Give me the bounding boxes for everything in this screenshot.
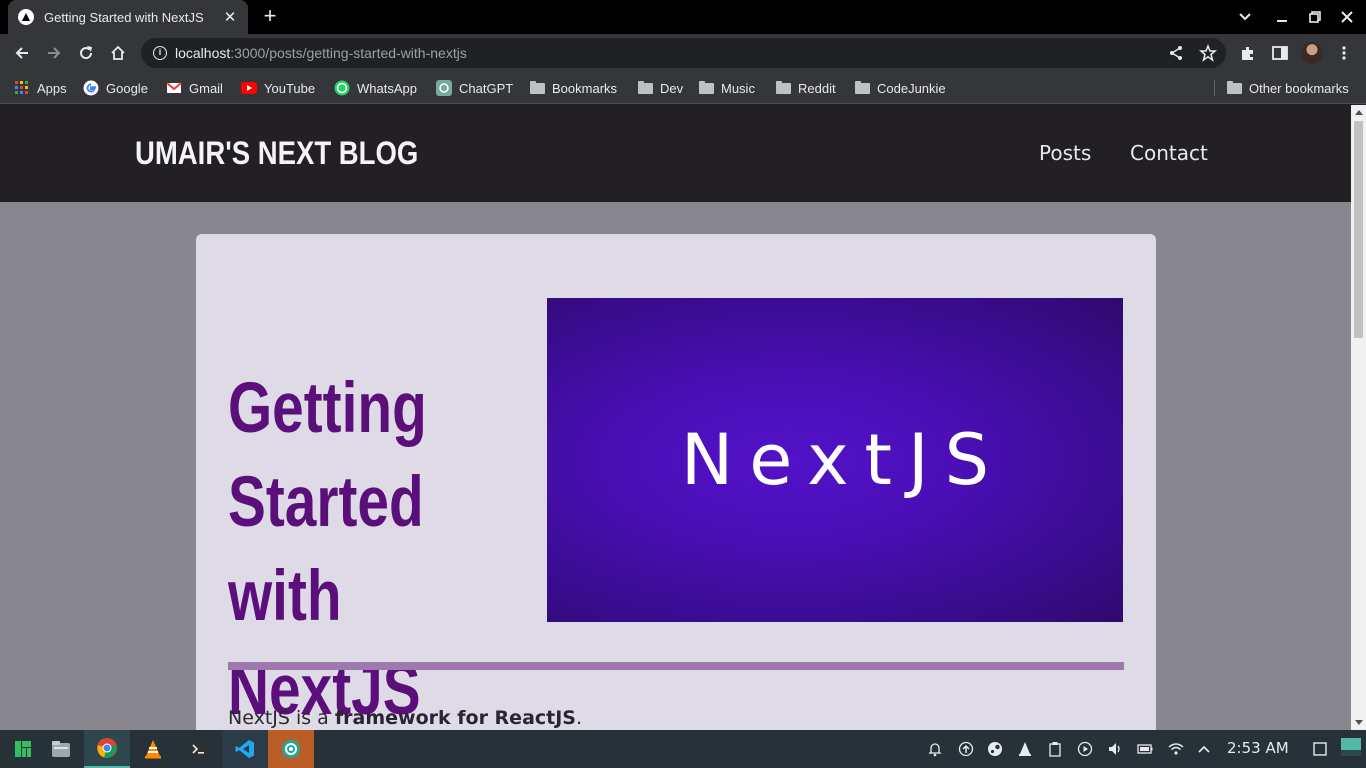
wifi-icon[interactable] [1167, 740, 1185, 758]
post-hero-image: NextJS [547, 298, 1123, 622]
chrome-icon[interactable] [84, 730, 130, 768]
new-tab-button[interactable]: + [259, 5, 281, 28]
folder-icon [1226, 80, 1242, 96]
bookmark-folder-codejunkie[interactable]: CodeJunkie [854, 79, 946, 97]
folder-icon [775, 80, 791, 96]
bookmark-apps[interactable]: Apps [14, 79, 67, 97]
reload-button[interactable] [74, 41, 98, 65]
bookmark-label: Google [106, 80, 148, 96]
bookmark-label: CodeJunkie [877, 80, 946, 96]
post-intro: NextJS is a framework for ReactJS. [228, 707, 583, 729]
side-panel-icon[interactable] [1268, 41, 1292, 65]
scroll-down-arrow-icon[interactable] [1355, 720, 1363, 725]
home-button[interactable] [106, 41, 130, 65]
other-bookmarks-label: Other bookmarks [1249, 80, 1349, 96]
site-info-icon[interactable]: i [153, 46, 167, 60]
bookmark-chatgpt[interactable]: ChatGPT [436, 79, 513, 97]
bookmark-folder-music[interactable]: Music [698, 79, 755, 97]
bookmark-google[interactable]: Google [83, 79, 148, 97]
bookmark-label: WhatsApp [357, 80, 417, 96]
extensions-icon[interactable] [1236, 41, 1260, 65]
bookmarks-separator [1214, 80, 1215, 96]
terminal-icon[interactable] [176, 730, 222, 768]
desktop-preview-icon[interactable] [1340, 736, 1362, 758]
apps-grid-icon [14, 80, 30, 96]
folder-icon [854, 80, 870, 96]
title-divider [228, 662, 1124, 670]
volume-icon[interactable] [1106, 740, 1124, 758]
page-viewport: UMAIR'S NEXT BLOG Posts Contact Getting … [0, 105, 1351, 730]
address-bar[interactable]: i localhost:3000/posts/getting-started-w… [141, 38, 1226, 68]
profile-avatar[interactable] [1301, 42, 1323, 64]
tab-strip: Getting Started with NextJS ✕ + [0, 0, 1366, 34]
post-title: Getting Started with NextJS [228, 369, 427, 730]
tab-search-icon[interactable] [1229, 0, 1261, 34]
taskbar-clock[interactable]: 2:53 AM [1227, 739, 1289, 757]
tab-title: Getting Started with NextJS [44, 9, 204, 25]
nav-contact-link[interactable]: Contact [1130, 141, 1208, 165]
restore-button[interactable] [1299, 0, 1331, 34]
update-icon[interactable] [957, 740, 975, 758]
battery-icon[interactable] [1136, 740, 1154, 758]
folder-icon [637, 80, 653, 96]
chrome-menu-icon[interactable] [1332, 41, 1356, 65]
url-text: localhost:3000/posts/getting-started-wit… [175, 45, 467, 61]
bookmark-gmail[interactable]: Gmail [166, 79, 223, 97]
notification-bell-icon[interactable] [926, 740, 944, 758]
bookmark-whatsapp[interactable]: WhatsApp [334, 79, 417, 97]
bookmark-label: ChatGPT [459, 80, 514, 96]
share-icon[interactable] [1164, 41, 1188, 65]
bookmark-label: Bookmarks [552, 80, 618, 96]
folder-icon [698, 80, 714, 96]
close-window-button[interactable] [1331, 0, 1363, 34]
vlc-icon[interactable] [130, 730, 176, 768]
steam-icon[interactable] [986, 740, 1004, 758]
bookmark-folder-bookmarks[interactable]: Bookmarks [529, 79, 617, 97]
vscode-icon[interactable] [222, 730, 268, 768]
browser-toolbar: i localhost:3000/posts/getting-started-w… [0, 34, 1366, 72]
intro-emphasis: framework for ReactJS [334, 707, 576, 729]
chatgpt-icon [436, 80, 452, 96]
tab-close-icon[interactable]: ✕ [222, 8, 238, 26]
files-icon[interactable] [38, 730, 84, 768]
scrollbar-thumb[interactable] [1354, 121, 1363, 338]
app-icon[interactable] [268, 730, 314, 768]
site-header: UMAIR'S NEXT BLOG Posts Contact [0, 105, 1351, 202]
forward-button[interactable] [42, 41, 66, 65]
media-play-icon[interactable] [1076, 740, 1094, 758]
browser-tab[interactable]: Getting Started with NextJS ✕ [8, 0, 248, 34]
whatsapp-icon [334, 80, 350, 96]
minimize-button[interactable] [1266, 0, 1298, 34]
bookmark-folder-dev[interactable]: Dev [637, 79, 683, 97]
bookmark-folder-reddit[interactable]: Reddit [775, 79, 836, 97]
os-taskbar [0, 730, 1366, 768]
back-button[interactable] [10, 41, 34, 65]
bookmark-star-icon[interactable] [1196, 41, 1220, 65]
folder-icon [529, 80, 545, 96]
scroll-up-arrow-icon[interactable] [1355, 110, 1363, 115]
other-bookmarks[interactable]: Other bookmarks [1226, 79, 1349, 97]
bookmark-label: Dev [660, 80, 684, 96]
bookmarks-bar: Apps Google Gmail YouTube WhatsApp ChatG… [0, 72, 1366, 104]
tray-expand-chevron-icon[interactable] [1195, 740, 1213, 758]
bookmark-label: Reddit [798, 80, 836, 96]
page-scrollbar[interactable] [1351, 105, 1366, 730]
show-desktop-icon[interactable] [1311, 740, 1329, 758]
google-icon [83, 80, 99, 96]
nextjs-favicon-icon [18, 9, 34, 25]
vlc-tray-icon[interactable] [1016, 740, 1034, 758]
clipboard-icon[interactable] [1046, 740, 1064, 758]
nav-posts-link[interactable]: Posts [1039, 141, 1091, 165]
bookmark-youtube[interactable]: YouTube [241, 79, 315, 97]
youtube-icon [241, 80, 257, 96]
site-logo[interactable]: UMAIR'S NEXT BLOG [135, 135, 418, 172]
gmail-icon [166, 80, 182, 96]
bookmark-label: Gmail [189, 80, 223, 96]
bookmark-label: Apps [37, 80, 67, 96]
bookmark-label: Music [721, 80, 755, 96]
bookmark-label: YouTube [264, 80, 316, 96]
post-card: Getting Started with NextJS NextJS NextJ… [196, 234, 1156, 730]
hero-image-text: NextJS [680, 419, 1006, 501]
